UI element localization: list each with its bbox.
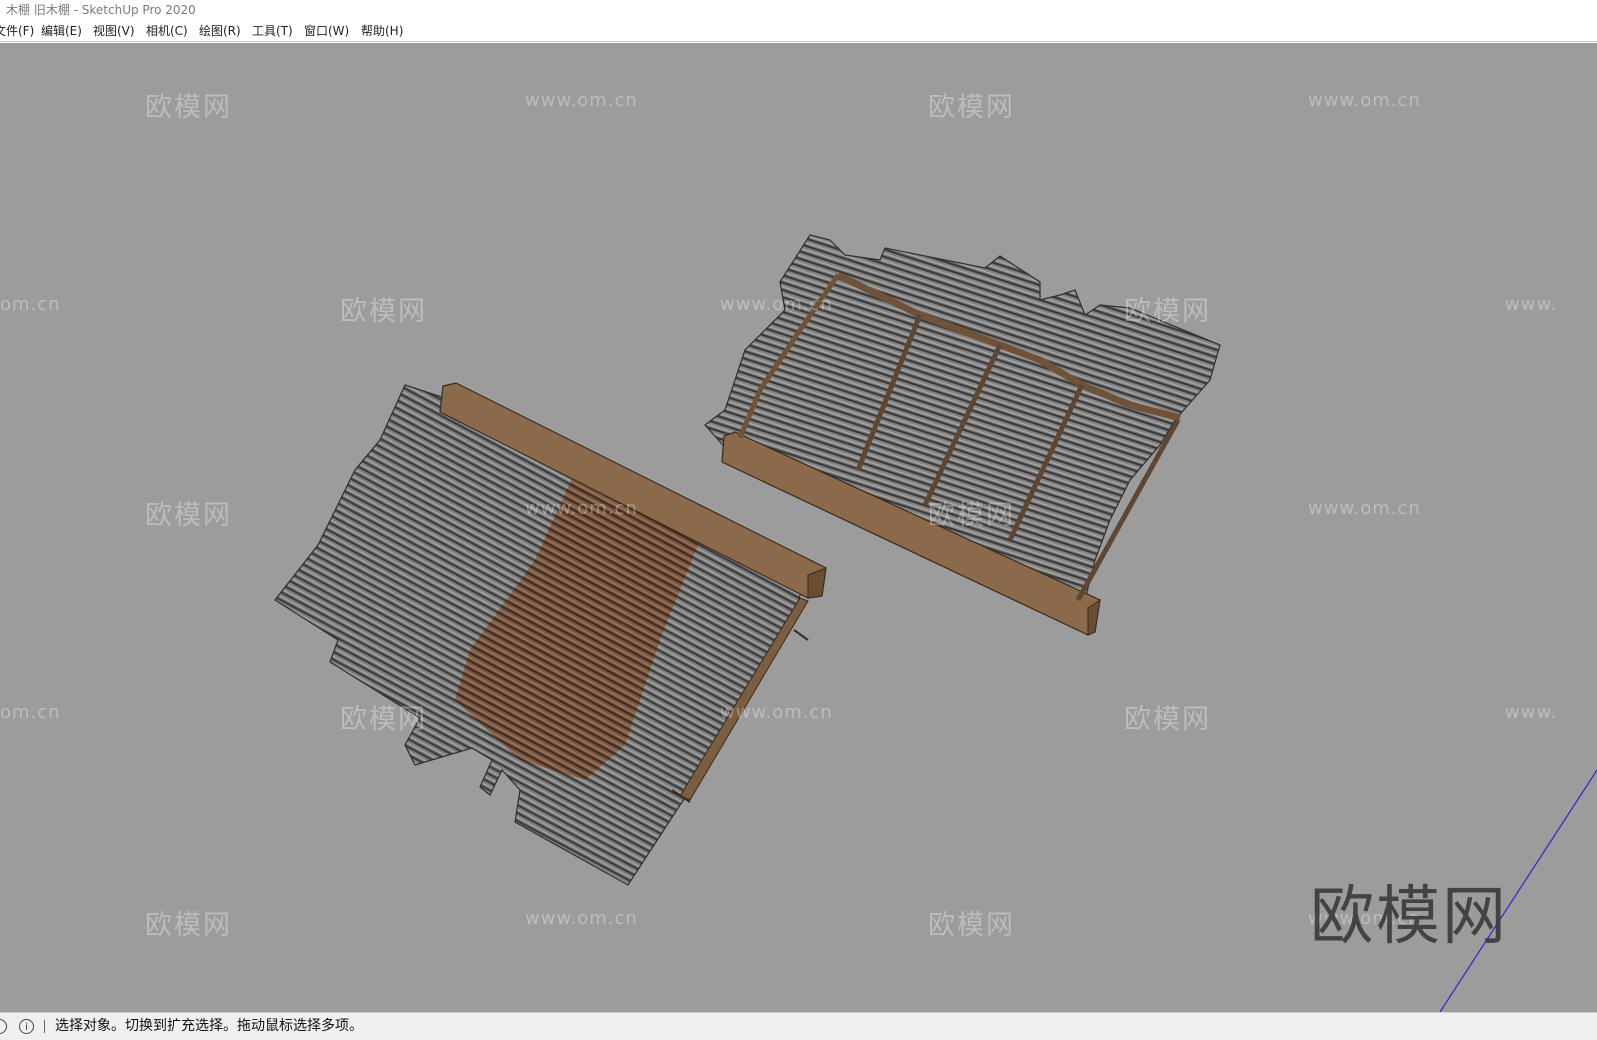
watermark-brand: 欧模网 [928, 910, 1015, 941]
watermark-brand: 欧模网 [145, 500, 232, 531]
menu-window[interactable]: 窗口(W) [304, 21, 349, 42]
watermark-brand: 欧模网 [928, 92, 1015, 123]
menu-camera[interactable]: 相机(C) [146, 21, 188, 42]
watermark-brand-large: 欧模网 [1310, 880, 1508, 954]
watermark-url: www. [1505, 294, 1558, 315]
status-bar: i 选择对象。切换到扩充选择。拖动鼠标选择多项。 [0, 1012, 1597, 1040]
watermark-url: www.om.cn [1308, 90, 1421, 111]
menu-file[interactable]: 文件(F) [0, 21, 34, 42]
status-divider [44, 1020, 45, 1033]
menu-bar: 文件(F) 编辑(E) 视图(V) 相机(C) 绘图(R) 工具(T) 窗口(W… [0, 21, 1597, 42]
watermark-url: www.om.cn [525, 908, 638, 929]
watermark-brand: 欧模网 [340, 296, 427, 327]
info-icon[interactable]: i [19, 1019, 34, 1034]
watermark-brand: 欧模网 [145, 910, 232, 941]
watermark-brand: 欧模网 [928, 500, 1015, 531]
watermark-brand: 欧模网 [145, 92, 232, 123]
menu-tools[interactable]: 工具(T) [252, 21, 293, 42]
status-message: 选择对象。切换到扩充选择。拖动鼠标选择多项。 [55, 1018, 363, 1034]
menu-help[interactable]: 帮助(H) [361, 21, 403, 42]
watermark-brand: 欧模网 [340, 704, 427, 735]
watermark-url: www.om.cn [720, 294, 833, 315]
window-title: 木棚 旧木棚 - SketchUp Pro 2020 [0, 0, 1597, 21]
watermark-brand: 欧模网 [1124, 704, 1211, 735]
watermark-url: www.om.cn [720, 702, 833, 723]
menu-edit[interactable]: 编辑(E) [41, 21, 82, 42]
model-viewport[interactable]: 欧模网 www.om.cn 欧模网 www.om.cn om.cn 欧模网 ww… [0, 43, 1597, 1012]
watermark-url: om.cn [0, 702, 61, 723]
watermark-url: www.om.cn [1308, 498, 1421, 519]
watermark-url: www.om.cn [525, 90, 638, 111]
geolocation-icon[interactable] [0, 1019, 7, 1034]
watermark-brand: 欧模网 [1124, 296, 1211, 327]
menu-view[interactable]: 视图(V) [93, 21, 135, 42]
menu-draw[interactable]: 绘图(R) [199, 21, 241, 42]
watermark-url: om.cn [0, 294, 61, 315]
watermark-url: www. [1505, 702, 1558, 723]
watermark-url: www.om.cn [525, 498, 638, 519]
